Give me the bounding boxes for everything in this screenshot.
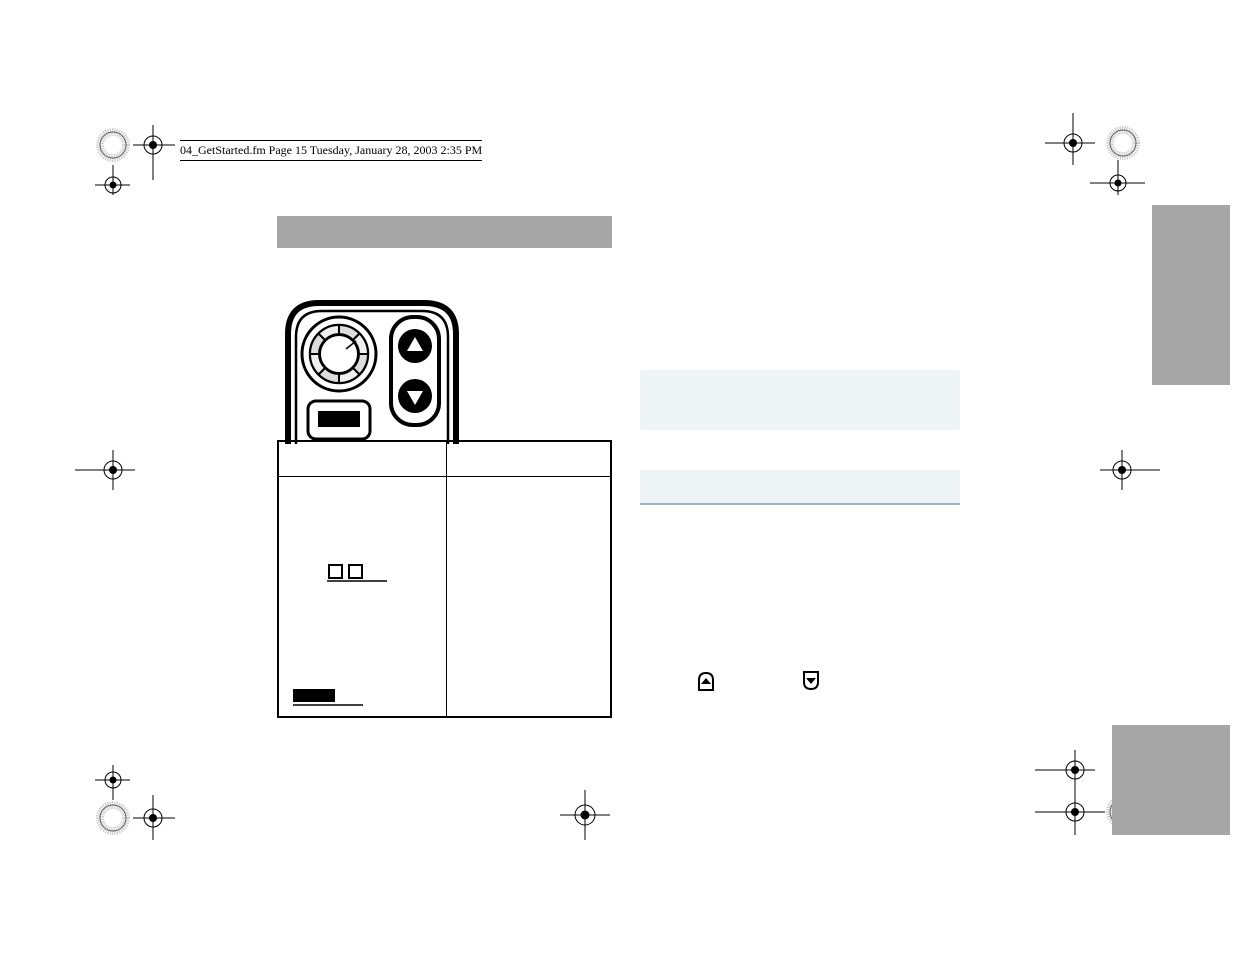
inline-down-icon	[800, 670, 822, 697]
title-bar	[277, 216, 612, 248]
page-header-filename: 04_GetStarted.fm Page 15 Tuesday, Januar…	[180, 140, 482, 161]
cropmark-mid-right	[1100, 450, 1160, 490]
cropmark-bottom-right-reg	[1035, 750, 1095, 790]
right-box-2	[640, 470, 960, 505]
black-bar-icon	[293, 687, 363, 707]
cropmark-top-left	[95, 125, 175, 195]
device-illustration	[284, 299, 459, 449]
cropmark-bottom-left	[95, 760, 175, 840]
right-box-1	[640, 370, 960, 430]
tab-upper	[1152, 205, 1230, 385]
cropmark-top-right	[1045, 105, 1145, 195]
instruction-table	[277, 440, 612, 718]
cropmark-mid-left	[75, 450, 135, 490]
inline-up-icon	[695, 670, 717, 697]
cropmark-bottom-center	[560, 790, 610, 840]
tab-lower	[1112, 725, 1230, 835]
small-squares-icon	[327, 562, 387, 582]
